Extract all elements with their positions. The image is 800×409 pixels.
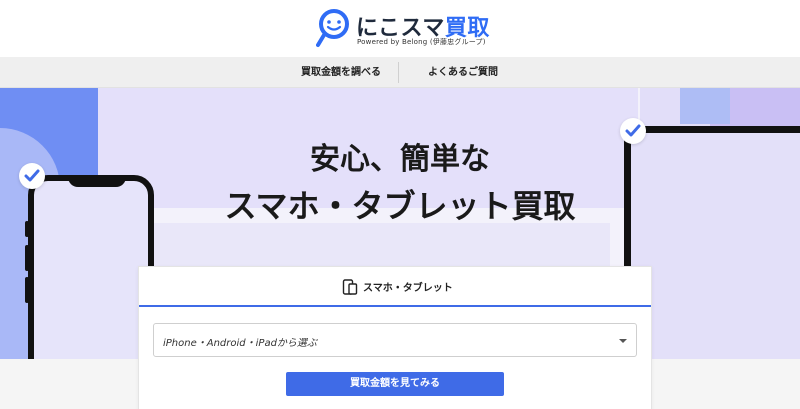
- phone-side-button: [25, 277, 29, 303]
- view-price-button[interactable]: 買取金額を見てみる: [286, 372, 504, 396]
- brand-tagline: Powered by Belong (伊藤忠グループ): [357, 38, 486, 46]
- hero-background-shape: [680, 88, 730, 124]
- nav-item-price-check[interactable]: 買取金額を調べる: [301, 57, 381, 88]
- phone-side-button: [25, 245, 29, 271]
- device-select-placeholder: iPhone・Android・iPadから選ぶ: [163, 338, 317, 349]
- device-select[interactable]: iPhone・Android・iPadから選ぶ: [153, 323, 637, 357]
- site-header: にこスマ買取 Powered by Belong (伊藤忠グループ): [0, 0, 800, 57]
- nav-item-faq[interactable]: よくあるご質問: [428, 57, 498, 88]
- tab-label: スマホ・タブレット: [363, 283, 453, 294]
- hero-headline-line2: スマホ・タブレット買取: [224, 187, 576, 225]
- site-logo[interactable]: にこスマ買取 Powered by Belong (伊藤忠グループ): [316, 8, 489, 50]
- nav-divider: [398, 62, 399, 83]
- main-nav: 買取金額を調べる よくあるご質問: [0, 57, 800, 88]
- hero-headline: 安心、簡単な スマホ・タブレット買取: [0, 138, 800, 228]
- device-search-card: スマホ・タブレット iPhone・Android・iPadから選ぶ 買取金額を見…: [138, 266, 652, 409]
- smile-magnifier-icon: [316, 9, 349, 47]
- devices-icon: [342, 279, 358, 295]
- chevron-down-icon: [619, 339, 627, 343]
- tab-smartphone-tablet[interactable]: スマホ・タブレット: [139, 267, 651, 307]
- hero-headline-line1: 安心、簡単な: [310, 142, 490, 177]
